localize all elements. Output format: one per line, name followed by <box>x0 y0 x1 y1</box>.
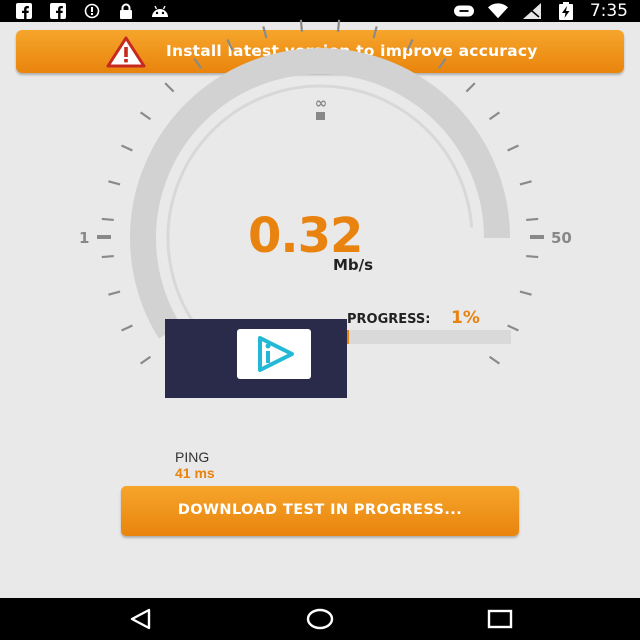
gauge-tick <box>299 19 304 32</box>
gauge-tick <box>507 144 519 152</box>
gauge-tick <box>526 254 539 259</box>
gauge-min-marker <box>97 235 111 239</box>
ping-label: PING <box>175 449 210 465</box>
gauge-tick <box>164 82 175 93</box>
gauge-tick <box>519 290 532 296</box>
gauge-tick <box>262 26 268 39</box>
gauge-max-label: 50 <box>551 229 572 247</box>
gauge-tick <box>139 111 152 121</box>
gauge-tick <box>488 355 501 365</box>
progress-value: 1% <box>451 308 480 328</box>
gauge-tick <box>519 180 532 186</box>
gauge-tick <box>406 39 414 51</box>
gauge-top-marker <box>316 112 325 120</box>
progress-fill <box>347 330 349 344</box>
gauge-tick <box>226 39 234 51</box>
gauge-tick <box>336 19 341 32</box>
speed-unit: Mb/s <box>333 256 374 274</box>
progress-bar <box>347 330 511 344</box>
ad-banner[interactable] <box>165 319 347 398</box>
gauge-inner-ring <box>166 84 474 324</box>
gauge-tick <box>488 111 501 121</box>
ping-value: 41 ms <box>175 465 215 481</box>
gauge-top-label: ∞ <box>315 94 328 112</box>
gauge-tick <box>121 144 133 152</box>
gauge-tick <box>101 217 114 222</box>
gauge-tick <box>121 324 133 332</box>
navigation-bar <box>0 598 640 640</box>
recents-icon[interactable] <box>480 606 520 632</box>
home-icon[interactable] <box>300 606 340 632</box>
gauge-tick <box>526 217 539 222</box>
gauge-tick <box>101 254 114 259</box>
gauge-tick <box>108 180 121 186</box>
play-logo-icon <box>237 329 311 379</box>
gauge-tick <box>437 57 447 70</box>
gauge-max-marker <box>530 235 544 239</box>
back-icon[interactable] <box>121 606 161 632</box>
gauge-tick <box>372 26 378 39</box>
gauge-tick <box>193 57 203 70</box>
gauge-min-label: 1 <box>79 229 90 247</box>
gauge-tick <box>139 355 152 365</box>
download-button-label: DOWNLOAD TEST IN PROGRESS... <box>177 502 463 518</box>
download-test-button[interactable]: DOWNLOAD TEST IN PROGRESS... <box>121 486 519 536</box>
progress-label: PROGRESS: <box>347 312 431 327</box>
gauge-tick <box>108 290 121 296</box>
gauge-tick <box>465 82 476 93</box>
